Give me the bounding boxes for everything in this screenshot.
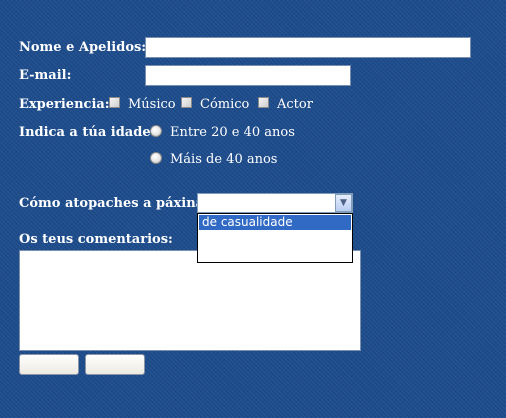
email-input[interactable]: [145, 65, 351, 86]
comments-textarea[interactable]: [19, 250, 361, 351]
checkbox-musico[interactable]: [109, 97, 120, 108]
source-select[interactable]: [197, 193, 353, 213]
source-label: Cómo atopaches a páxina:: [19, 196, 209, 211]
radio-age-over-40[interactable]: [150, 152, 162, 164]
checkbox-actor-label: Actor: [277, 97, 313, 112]
checkbox-actor[interactable]: [258, 97, 269, 108]
source-select-toggle[interactable]: ▼: [335, 194, 352, 212]
experience-label: Experiencia:: [19, 97, 110, 112]
name-label: Nome e Apelidos:: [19, 40, 147, 55]
source-option-de-casualidade[interactable]: de casualidade: [199, 215, 351, 230]
age-label: Indica a túa idade:: [19, 125, 156, 140]
checkbox-comico[interactable]: [181, 97, 192, 108]
email-label: E-mail:: [19, 68, 72, 83]
reset-button[interactable]: [85, 354, 145, 375]
checkbox-comico-label: Cómico: [200, 97, 250, 112]
radio-age-20-40[interactable]: [150, 125, 162, 137]
submit-button[interactable]: [19, 354, 79, 375]
comments-label: Os teus comentarios:: [19, 232, 173, 247]
name-input[interactable]: [145, 37, 471, 58]
source-dropdown-list: de casualidade: [197, 213, 353, 263]
radio-age-20-40-label: Entre 20 e 40 anos: [170, 125, 295, 140]
radio-age-over-40-label: Máis de 40 anos: [170, 152, 278, 167]
checkbox-musico-label: Músico: [128, 97, 176, 112]
chevron-down-icon: ▼: [340, 197, 347, 208]
